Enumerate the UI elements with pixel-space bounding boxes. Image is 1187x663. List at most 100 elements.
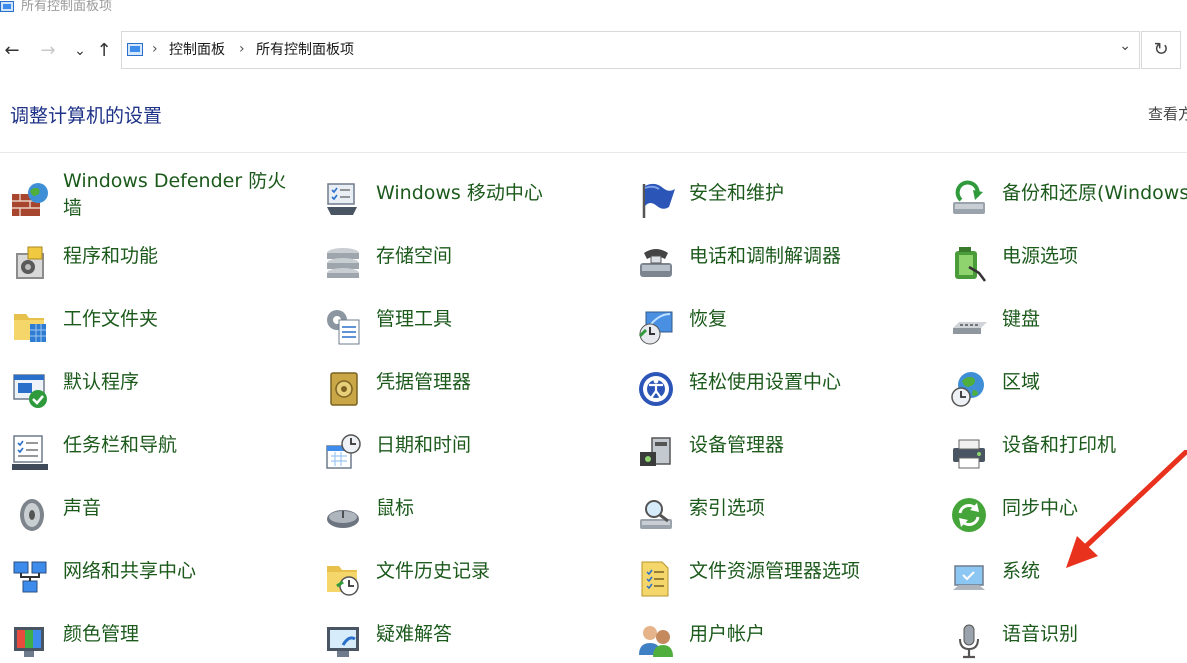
control-panel-item[interactable]: 电源选项 [949, 235, 1187, 285]
control-panel-item-label[interactable]: 电源选项 [1002, 243, 1078, 269]
breadcrumb-control-panel[interactable]: 控制面板 [169, 41, 225, 59]
control-panel-item[interactable]: 电话和调制解调器 [636, 235, 936, 285]
control-panel-item[interactable]: 疑难解答 [323, 613, 623, 663]
control-panel-item-label[interactable]: 工作文件夹 [63, 306, 158, 332]
control-panel-item[interactable]: 管理工具 [323, 298, 623, 348]
microphone-icon [949, 621, 989, 661]
admin-tools-icon [323, 306, 363, 346]
control-panel-item[interactable]: 索引选项 [636, 487, 936, 537]
device-manager-icon [636, 432, 676, 472]
mobility-center-icon [323, 180, 363, 220]
control-panel-item-label[interactable]: 文件历史记录 [376, 558, 490, 584]
troubleshooting-icon [323, 621, 363, 661]
navigation-bar: ← → ⌄ ↑ › 控制面板 › 所有控制面板项 ⌄ ↻ [0, 31, 1187, 71]
control-panel-item-label[interactable]: 凭据管理器 [376, 369, 471, 395]
control-panel-item[interactable]: Windows 移动中心 [323, 172, 623, 222]
control-panel-item[interactable]: 任务栏和导航 [10, 424, 310, 474]
control-panel-item-label[interactable]: 区域 [1002, 369, 1040, 395]
control-panel-item-label[interactable]: 键盘 [1002, 306, 1040, 332]
address-bar[interactable]: › 控制面板 › 所有控制面板项 ⌄ [121, 31, 1140, 69]
control-panel-item[interactable]: 默认程序 [10, 361, 310, 411]
control-panel-item-label[interactable]: 声音 [63, 495, 101, 521]
work-folders-icon [10, 306, 50, 346]
control-panel-icon [127, 43, 143, 56]
control-panel-item-label[interactable]: 默认程序 [63, 369, 139, 395]
control-panel-item-label[interactable]: 设备管理器 [689, 432, 784, 458]
sync-center-icon [949, 495, 989, 535]
refresh-button[interactable]: ↻ [1141, 31, 1181, 69]
control-panel-item[interactable]: 鼠标 [323, 487, 623, 537]
control-panel-item-label[interactable]: 网络和共享中心 [63, 558, 196, 584]
up-button[interactable]: ↑ [95, 39, 113, 63]
network-icon [10, 558, 50, 598]
control-panel-item[interactable]: 恢复 [636, 298, 936, 348]
control-panel-item[interactable]: 文件资源管理器选项 [636, 550, 936, 600]
control-panel-item-label[interactable]: 电话和调制解调器 [689, 243, 841, 269]
control-panel-item[interactable]: 设备管理器 [636, 424, 936, 474]
control-panel-item-label[interactable]: 程序和功能 [63, 243, 158, 269]
system-monitor-icon [949, 558, 989, 598]
recent-locations-button[interactable]: ⌄ [72, 39, 88, 63]
date-time-icon [323, 432, 363, 472]
control-panel-icon [0, 1, 14, 12]
control-panel-item[interactable]: 声音 [10, 487, 310, 537]
taskbar-icon [10, 432, 50, 472]
control-panel-item-label[interactable]: 鼠标 [376, 495, 414, 521]
phone-modem-icon [636, 243, 676, 283]
control-panel-item[interactable]: 键盘 [949, 298, 1187, 348]
annotation-arrow [1066, 450, 1187, 568]
control-panel-item-label[interactable]: 备份和还原(Windows [1002, 180, 1187, 206]
control-panel-item[interactable]: 轻松使用设置中心 [636, 361, 936, 411]
control-panel-item-label[interactable]: 恢复 [689, 306, 727, 332]
control-panel-item-label[interactable]: 日期和时间 [376, 432, 471, 458]
control-panel-item[interactable]: 工作文件夹 [10, 298, 310, 348]
breadcrumb-separator[interactable]: › [152, 40, 158, 58]
control-panel-item-label[interactable]: 轻松使用设置中心 [689, 369, 841, 395]
control-panel-item[interactable]: 凭据管理器 [323, 361, 623, 411]
control-panel-item[interactable]: 文件历史记录 [323, 550, 623, 600]
folder-options-icon [636, 558, 676, 598]
control-panel-item[interactable]: 备份和还原(Windows [949, 172, 1187, 222]
control-panel-item-label[interactable]: 管理工具 [376, 306, 452, 332]
header-divider [0, 152, 1187, 153]
indexing-icon [636, 495, 676, 535]
keyboard-icon [949, 306, 989, 346]
control-panel-item-label[interactable]: 颜色管理 [63, 621, 139, 647]
region-globe-icon [949, 369, 989, 409]
title-bar: 所有控制面板项 [0, 0, 1187, 18]
control-panel-item-label[interactable]: 安全和维护 [689, 180, 784, 206]
control-panel-item-label[interactable]: 疑难解答 [376, 621, 452, 647]
control-panel-item-label[interactable]: Windows 移动中心 [376, 180, 543, 206]
backup-restore-icon [949, 180, 989, 220]
control-panel-item[interactable]: 日期和时间 [323, 424, 623, 474]
forward-button[interactable]: → [38, 39, 58, 63]
breadcrumb-separator[interactable]: › [239, 40, 245, 58]
control-panel-item-label[interactable]: Windows Defender 防火墙 [63, 172, 303, 222]
window-title: 所有控制面板项 [21, 0, 113, 14]
control-panel-item-label[interactable]: 用户帐户 [689, 621, 765, 647]
control-panel-item[interactable]: 程序和功能 [10, 235, 310, 285]
control-panel-item-label[interactable]: 文件资源管理器选项 [689, 558, 860, 584]
control-panel-item[interactable]: 颜色管理 [10, 613, 310, 663]
control-panel-item-label[interactable]: 任务栏和导航 [63, 432, 177, 458]
control-panel-item[interactable]: 区域 [949, 361, 1187, 411]
control-panel-item[interactable]: 存储空间 [323, 235, 623, 285]
view-by-label[interactable]: 查看方 [1148, 103, 1187, 125]
back-button[interactable]: ← [3, 39, 21, 63]
control-panel-item[interactable]: 网络和共享中心 [10, 550, 310, 600]
color-management-icon [10, 621, 50, 661]
address-dropdown-button[interactable]: ⌄ [1119, 38, 1131, 54]
control-panel-item[interactable]: 安全和维护 [636, 172, 936, 222]
user-accounts-icon [636, 621, 676, 661]
control-panel-item[interactable]: 用户帐户 [636, 613, 936, 663]
control-panel-item-label[interactable]: 索引选项 [689, 495, 765, 521]
ease-of-access-icon [636, 369, 676, 409]
control-panel-item-label[interactable]: 系统 [1002, 558, 1040, 584]
control-panel-item-label[interactable]: 语音识别 [1002, 621, 1078, 647]
page-title: 调整计算机的设置 [10, 105, 163, 127]
control-panel-item[interactable]: 语音识别 [949, 613, 1187, 663]
breadcrumb-all-items[interactable]: 所有控制面板项 [256, 41, 354, 59]
control-panel-item[interactable]: Windows Defender 防火墙 [10, 172, 310, 222]
control-panel-item-label[interactable]: 存储空间 [376, 243, 452, 269]
default-programs-icon [10, 369, 50, 409]
